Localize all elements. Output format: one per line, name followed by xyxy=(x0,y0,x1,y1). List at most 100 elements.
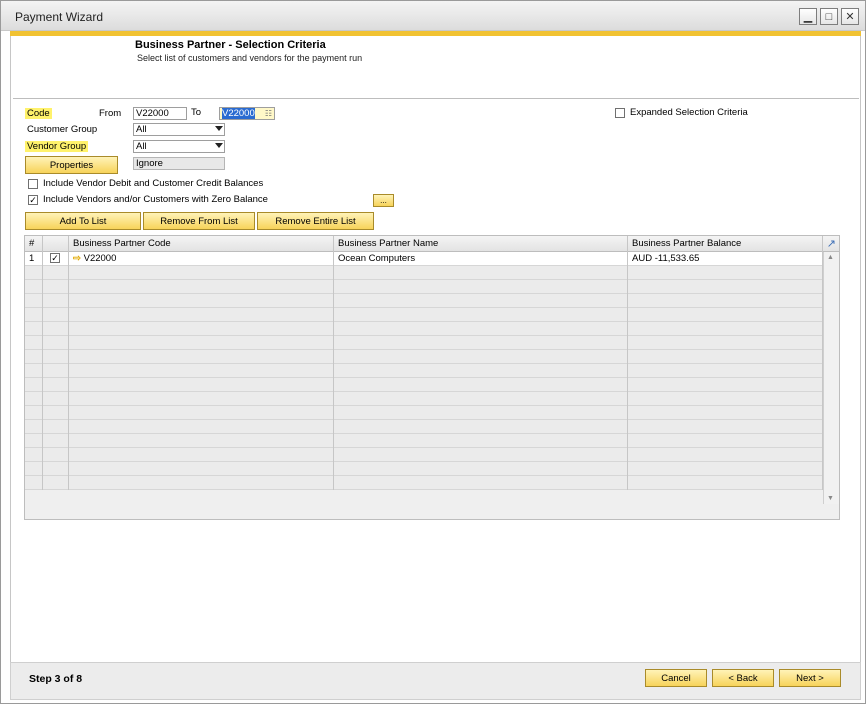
cancel-button[interactable]: Cancel xyxy=(645,669,707,687)
empty-cell xyxy=(25,280,43,294)
empty-table-row[interactable] xyxy=(25,364,823,378)
column-header-number: # xyxy=(25,236,43,252)
empty-cell xyxy=(628,406,823,420)
empty-cell xyxy=(25,462,43,476)
properties-value: Ignore xyxy=(133,157,225,170)
maximize-button[interactable]: □ xyxy=(820,8,838,25)
column-header-bp-balance[interactable]: Business Partner Balance xyxy=(628,236,823,252)
empty-cell xyxy=(25,350,43,364)
empty-cell xyxy=(25,266,43,280)
empty-cell xyxy=(628,322,823,336)
row-select-checkbox[interactable]: ✓ xyxy=(50,253,60,263)
empty-cell xyxy=(69,308,334,322)
empty-cell xyxy=(334,308,628,322)
empty-table-row[interactable] xyxy=(25,266,823,280)
close-button[interactable]: ✕ xyxy=(841,8,859,25)
empty-table-row[interactable] xyxy=(25,434,823,448)
empty-table-row[interactable] xyxy=(25,322,823,336)
empty-cell xyxy=(43,280,69,294)
vendor-group-select[interactable]: All xyxy=(133,140,225,153)
empty-table-row[interactable] xyxy=(25,280,823,294)
expand-icon[interactable]: ↗ xyxy=(827,237,836,250)
empty-cell xyxy=(334,266,628,280)
empty-cell xyxy=(334,434,628,448)
empty-cell xyxy=(69,336,334,350)
empty-cell xyxy=(25,392,43,406)
empty-table-row[interactable] xyxy=(25,350,823,364)
business-partner-grid: # Business Partner Code Business Partner… xyxy=(24,235,840,520)
code-from-field[interactable]: V22000 xyxy=(133,107,187,120)
empty-cell xyxy=(43,294,69,308)
empty-cell xyxy=(25,420,43,434)
empty-cell xyxy=(69,434,334,448)
scroll-down-icon[interactable]: ▼ xyxy=(827,495,834,502)
empty-table-row[interactable] xyxy=(25,308,823,322)
remove-from-list-button[interactable]: Remove From List xyxy=(143,212,255,230)
empty-table-row[interactable] xyxy=(25,448,823,462)
empty-cell xyxy=(25,448,43,462)
to-label: To xyxy=(191,107,202,118)
add-to-list-button[interactable]: Add To List xyxy=(25,212,141,230)
empty-table-row[interactable] xyxy=(25,476,823,490)
next-button[interactable]: Next > xyxy=(779,669,841,687)
back-button[interactable]: < Back xyxy=(712,669,774,687)
empty-cell xyxy=(25,406,43,420)
empty-cell xyxy=(25,308,43,322)
empty-cell xyxy=(334,448,628,462)
empty-table-row[interactable] xyxy=(25,392,823,406)
more-options-button[interactable]: ... xyxy=(373,194,394,207)
empty-cell xyxy=(69,406,334,420)
include-debit-checkbox[interactable] xyxy=(28,179,38,189)
expanded-criteria-checkbox[interactable] xyxy=(615,108,625,118)
page-subtitle: Select list of customers and vendors for… xyxy=(137,53,363,63)
empty-cell xyxy=(25,378,43,392)
payment-wizard-window: Payment Wizard ▁ □ ✕ Business Partner - … xyxy=(0,0,866,704)
empty-cell xyxy=(25,434,43,448)
empty-cell xyxy=(334,476,628,490)
empty-cell xyxy=(69,294,334,308)
empty-table-row[interactable] xyxy=(25,294,823,308)
vertical-scrollbar[interactable]: ▲ ▼ xyxy=(823,252,839,504)
link-arrow-icon[interactable]: ⇨ xyxy=(73,253,81,264)
row-number: 1 xyxy=(25,252,43,266)
list-icon[interactable]: ☷ xyxy=(265,108,272,119)
minimize-button[interactable]: ▁ xyxy=(799,8,817,25)
wizard-content: Business Partner - Selection Criteria Se… xyxy=(10,36,861,662)
empty-cell xyxy=(43,392,69,406)
properties-button[interactable]: Properties xyxy=(25,156,118,174)
column-header-bp-name[interactable]: Business Partner Name xyxy=(334,236,628,252)
empty-cell xyxy=(69,322,334,336)
window-title: Payment Wizard xyxy=(15,10,104,24)
bp-code-value: V22000 xyxy=(83,253,117,264)
empty-cell xyxy=(628,434,823,448)
empty-cell xyxy=(628,392,823,406)
code-to-field[interactable]: V22000 ☷ xyxy=(219,107,275,120)
wizard-footer: Step 3 of 8 Cancel < Back Next > xyxy=(10,662,861,700)
empty-cell xyxy=(25,294,43,308)
empty-cell xyxy=(43,336,69,350)
table-row[interactable]: 1 ✓ ⇨ V22000 Ocean Computers AUD -11,533… xyxy=(25,252,823,266)
empty-cell xyxy=(69,266,334,280)
remove-entire-list-button[interactable]: Remove Entire List xyxy=(257,212,374,230)
include-zero-checkbox[interactable]: ✓ xyxy=(28,195,38,205)
empty-cell xyxy=(25,476,43,490)
scroll-up-icon[interactable]: ▲ xyxy=(827,254,834,261)
column-header-bp-code[interactable]: Business Partner Code xyxy=(69,236,334,252)
page-title: Business Partner - Selection Criteria xyxy=(135,39,326,51)
empty-table-row[interactable] xyxy=(25,336,823,350)
empty-cell xyxy=(43,420,69,434)
window-controls: ▁ □ ✕ xyxy=(799,8,859,25)
chevron-down-icon xyxy=(215,126,223,131)
empty-cell xyxy=(334,322,628,336)
empty-cell xyxy=(43,406,69,420)
empty-table-row[interactable] xyxy=(25,378,823,392)
empty-cell xyxy=(69,448,334,462)
empty-cell xyxy=(69,476,334,490)
empty-cell xyxy=(69,280,334,294)
empty-table-row[interactable] xyxy=(25,420,823,434)
empty-table-row[interactable] xyxy=(25,462,823,476)
empty-cell xyxy=(69,392,334,406)
customer-group-select[interactable]: All xyxy=(133,123,225,136)
empty-table-row[interactable] xyxy=(25,406,823,420)
empty-cell xyxy=(69,364,334,378)
